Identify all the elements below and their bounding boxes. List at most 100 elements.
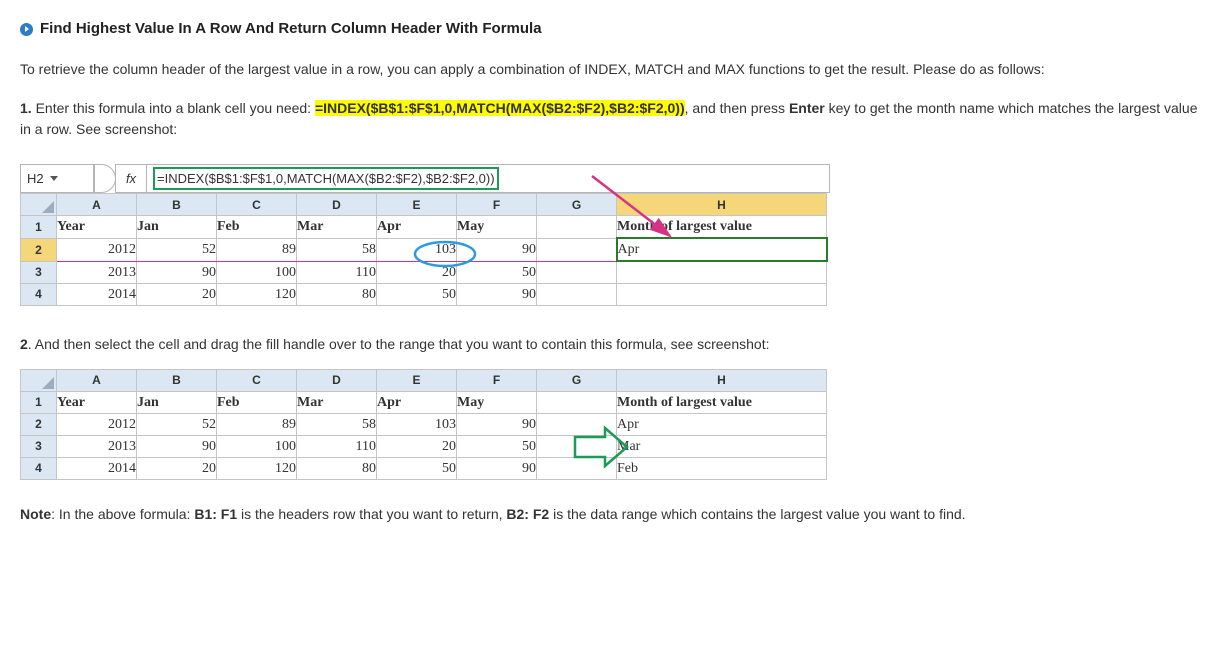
cell2-B4[interactable]: 20: [137, 457, 217, 479]
col-header-C[interactable]: C: [217, 194, 297, 216]
cell-C3[interactable]: 100: [217, 261, 297, 283]
cell2-F4[interactable]: 90: [457, 457, 537, 479]
spreadsheet-2: A B C D E F G H 1 Year Jan Feb Mar Apr M…: [20, 369, 827, 480]
cell2-H2[interactable]: Apr: [617, 413, 827, 435]
cell2-G1[interactable]: [537, 391, 617, 413]
cell2-G3[interactable]: [537, 435, 617, 457]
cell2-A4[interactable]: 2014: [57, 457, 137, 479]
col-header-B-2[interactable]: B: [137, 369, 217, 391]
cell-A1[interactable]: Year: [57, 216, 137, 239]
select-all-corner[interactable]: [21, 194, 57, 216]
col-header-E-2[interactable]: E: [377, 369, 457, 391]
cell2-F1[interactable]: May: [457, 391, 537, 413]
cell2-B3[interactable]: 90: [137, 435, 217, 457]
note-text-c: is the data range which contains the lar…: [549, 506, 965, 522]
arrow-circle-icon: [20, 23, 33, 36]
col-header-F-2[interactable]: F: [457, 369, 537, 391]
col-header-G[interactable]: G: [537, 194, 617, 216]
name-box-dropdown-icon[interactable]: [50, 176, 58, 181]
cell-F3[interactable]: 50: [457, 261, 537, 283]
row-header-1[interactable]: 1: [21, 216, 57, 239]
col-header-F[interactable]: F: [457, 194, 537, 216]
cell-D2[interactable]: 58: [297, 238, 377, 261]
cell-E1[interactable]: Apr: [377, 216, 457, 239]
cell-E3[interactable]: 20: [377, 261, 457, 283]
cell-A4[interactable]: 2014: [57, 283, 137, 305]
cell-B3[interactable]: 90: [137, 261, 217, 283]
cell-B1[interactable]: Jan: [137, 216, 217, 239]
cell2-G4[interactable]: [537, 457, 617, 479]
col-header-C-2[interactable]: C: [217, 369, 297, 391]
cell2-A1[interactable]: Year: [57, 391, 137, 413]
cell2-B2[interactable]: 52: [137, 413, 217, 435]
note-text-b: is the headers row that you want to retu…: [237, 506, 506, 522]
cell-E4[interactable]: 50: [377, 283, 457, 305]
cell-B4[interactable]: 20: [137, 283, 217, 305]
fx-button[interactable]: fx: [115, 164, 147, 194]
cell2-C3[interactable]: 100: [217, 435, 297, 457]
cell2-E3[interactable]: 20: [377, 435, 457, 457]
cell-H4[interactable]: [617, 283, 827, 305]
cell-C4[interactable]: 120: [217, 283, 297, 305]
cell2-C4[interactable]: 120: [217, 457, 297, 479]
cell2-H1[interactable]: Month of largest value: [617, 391, 827, 413]
col-header-D-2[interactable]: D: [297, 369, 377, 391]
cell2-B1[interactable]: Jan: [137, 391, 217, 413]
col-header-H[interactable]: H: [617, 194, 827, 216]
col-header-B[interactable]: B: [137, 194, 217, 216]
cell2-A2[interactable]: 2012: [57, 413, 137, 435]
cell-D3[interactable]: 110: [297, 261, 377, 283]
row-header-2-2[interactable]: 2: [21, 413, 57, 435]
row-header-4[interactable]: 4: [21, 283, 57, 305]
cell-B2[interactable]: 52: [137, 238, 217, 261]
cell-H1[interactable]: Month of largest value: [617, 216, 827, 239]
cell2-D1[interactable]: Mar: [297, 391, 377, 413]
cell-H3[interactable]: [617, 261, 827, 283]
row-header-1-2[interactable]: 1: [21, 391, 57, 413]
col-header-A[interactable]: A: [57, 194, 137, 216]
row-header-4-2[interactable]: 4: [21, 457, 57, 479]
cell2-E4[interactable]: 50: [377, 457, 457, 479]
cell2-C1[interactable]: Feb: [217, 391, 297, 413]
cell-D4[interactable]: 80: [297, 283, 377, 305]
cell-G1[interactable]: [537, 216, 617, 239]
formula-input[interactable]: =INDEX($B$1:$F$1,0,MATCH(MAX($B2:$F2),$B…: [146, 164, 830, 194]
cell2-E2[interactable]: 103: [377, 413, 457, 435]
name-box[interactable]: H2: [20, 164, 94, 194]
cell2-F3[interactable]: 50: [457, 435, 537, 457]
col-header-H-2[interactable]: H: [617, 369, 827, 391]
cell-A2[interactable]: 2012: [57, 238, 137, 261]
cell-F4[interactable]: 90: [457, 283, 537, 305]
cell2-E1[interactable]: Apr: [377, 391, 457, 413]
cell2-H3[interactable]: Mar: [617, 435, 827, 457]
select-all-corner-2[interactable]: [21, 369, 57, 391]
cell2-D3[interactable]: 110: [297, 435, 377, 457]
cell-A3[interactable]: 2013: [57, 261, 137, 283]
cell2-G2[interactable]: [537, 413, 617, 435]
cell2-F2[interactable]: 90: [457, 413, 537, 435]
cell-G3[interactable]: [537, 261, 617, 283]
row-header-2[interactable]: 2: [21, 238, 57, 261]
col-header-D[interactable]: D: [297, 194, 377, 216]
cell2-H4[interactable]: Feb: [617, 457, 827, 479]
col-header-A-2[interactable]: A: [57, 369, 137, 391]
row-header-3[interactable]: 3: [21, 261, 57, 283]
cell2-C2[interactable]: 89: [217, 413, 297, 435]
cell-E2[interactable]: 103: [377, 238, 457, 261]
cell-G4[interactable]: [537, 283, 617, 305]
col-header-E[interactable]: E: [377, 194, 457, 216]
cell-H2[interactable]: Apr: [617, 238, 827, 261]
cell-C2[interactable]: 89: [217, 238, 297, 261]
cell2-D4[interactable]: 80: [297, 457, 377, 479]
cell2-A3[interactable]: 2013: [57, 435, 137, 457]
step-number-1: 1.: [20, 100, 36, 116]
cell-G2[interactable]: [537, 238, 617, 261]
name-box-value: H2: [27, 169, 44, 189]
col-header-G-2[interactable]: G: [537, 369, 617, 391]
cell-F1[interactable]: May: [457, 216, 537, 239]
cell-F2[interactable]: 90: [457, 238, 537, 261]
cell-C1[interactable]: Feb: [217, 216, 297, 239]
cell-D1[interactable]: Mar: [297, 216, 377, 239]
cell2-D2[interactable]: 58: [297, 413, 377, 435]
row-header-3-2[interactable]: 3: [21, 435, 57, 457]
